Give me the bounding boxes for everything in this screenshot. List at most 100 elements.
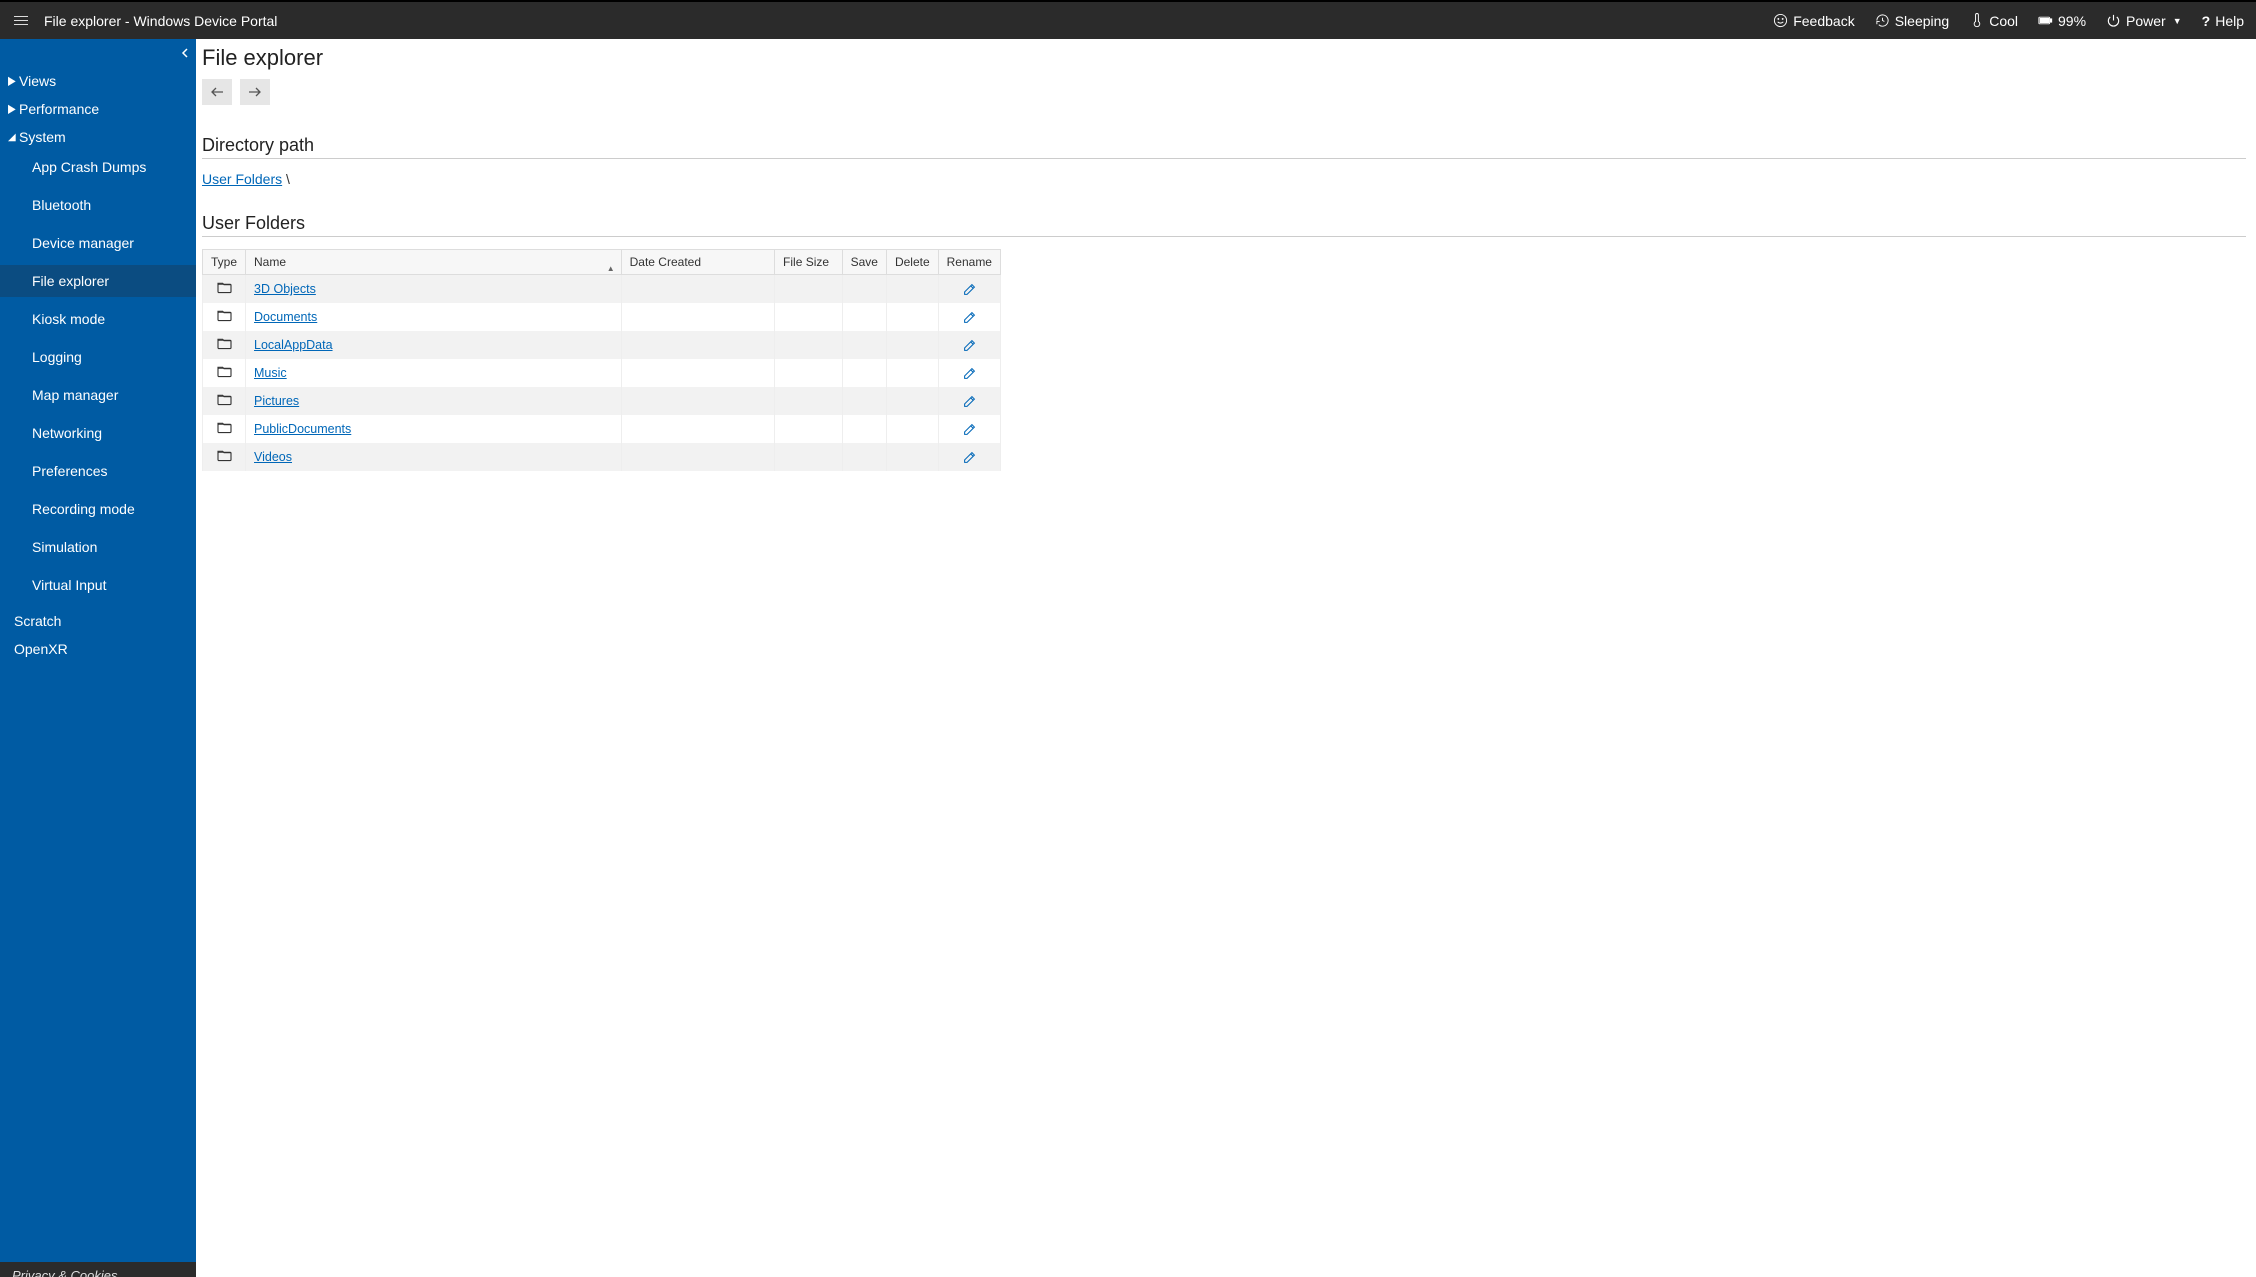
- battery-status[interactable]: 99%: [2038, 13, 2086, 29]
- rename-button[interactable]: [947, 283, 992, 296]
- rename-button[interactable]: [947, 367, 992, 380]
- nav-views[interactable]: ▶Views: [0, 67, 196, 95]
- col-header-date[interactable]: Date Created: [621, 250, 774, 275]
- folder-icon: [217, 311, 232, 325]
- col-header-rename[interactable]: Rename: [938, 250, 1000, 275]
- col-header-type[interactable]: Type: [203, 250, 246, 275]
- cell-date: [621, 275, 774, 304]
- history-icon: [1875, 13, 1890, 28]
- chevron-down-icon: ▼: [2173, 16, 2182, 26]
- nav-back-button[interactable]: [202, 79, 232, 105]
- app-title: File explorer - Windows Device Portal: [44, 13, 277, 29]
- cell-delete: [886, 331, 938, 359]
- col-header-size[interactable]: File Size: [775, 250, 843, 275]
- main-content: File explorer Directory path User Folder…: [196, 39, 2256, 1277]
- breadcrumb-root-link[interactable]: User Folders: [202, 171, 282, 187]
- folder-link[interactable]: 3D Objects: [254, 282, 316, 296]
- nav-views-label: Views: [19, 73, 56, 89]
- cell-size: [775, 275, 843, 304]
- folder-link[interactable]: Pictures: [254, 394, 299, 408]
- table-row: PublicDocuments: [203, 415, 1001, 443]
- cell-delete: [886, 275, 938, 304]
- nav-system-logging[interactable]: Logging: [0, 341, 196, 373]
- nav-system-file-explorer[interactable]: File explorer: [0, 265, 196, 297]
- folder-link[interactable]: Videos: [254, 450, 292, 464]
- arrow-left-icon: [210, 86, 224, 98]
- feedback-label: Feedback: [1793, 13, 1854, 29]
- cell-save: [842, 303, 886, 331]
- nav-system-app-crash-dumps[interactable]: App Crash Dumps: [0, 151, 196, 183]
- cell-size: [775, 359, 843, 387]
- cell-save: [842, 331, 886, 359]
- cell-delete: [886, 387, 938, 415]
- nav-system-recording-mode[interactable]: Recording mode: [0, 493, 196, 525]
- cell-date: [621, 443, 774, 471]
- nav-system-device-manager[interactable]: Device manager: [0, 227, 196, 259]
- table-row: Videos: [203, 443, 1001, 471]
- nav-system-simulation[interactable]: Simulation: [0, 531, 196, 563]
- menu-toggle-button[interactable]: [8, 8, 34, 34]
- power-menu[interactable]: Power ▼: [2106, 13, 2182, 29]
- sidebar-collapse-button[interactable]: [180, 47, 190, 61]
- file-table: Type Name▲ Date Created File Size Save D…: [202, 249, 1001, 471]
- table-row: Pictures: [203, 387, 1001, 415]
- listing-heading: User Folders: [202, 213, 2246, 237]
- folder-icon: [217, 339, 232, 353]
- cell-save: [842, 443, 886, 471]
- cell-date: [621, 387, 774, 415]
- power-label: Power: [2126, 13, 2166, 29]
- thermometer-icon: [1969, 13, 1984, 28]
- nav-system[interactable]: ◢System: [0, 123, 196, 151]
- nav-system-networking[interactable]: Networking: [0, 417, 196, 449]
- cell-size: [775, 415, 843, 443]
- cell-delete: [886, 359, 938, 387]
- nav-performance-label: Performance: [19, 101, 99, 117]
- cell-size: [775, 443, 843, 471]
- nav-scratch-label: Scratch: [14, 613, 61, 629]
- topbar: File explorer - Windows Device Portal Fe…: [0, 2, 2256, 39]
- battery-icon: [2038, 13, 2053, 28]
- cell-save: [842, 275, 886, 304]
- nav-system-virtual-input[interactable]: Virtual Input: [0, 569, 196, 601]
- folder-link[interactable]: LocalAppData: [254, 338, 333, 352]
- col-header-delete[interactable]: Delete: [886, 250, 938, 275]
- table-row: Music: [203, 359, 1001, 387]
- col-header-name[interactable]: Name▲: [246, 250, 622, 275]
- rename-button[interactable]: [947, 423, 992, 436]
- nav-forward-button[interactable]: [240, 79, 270, 105]
- nav-system-bluetooth[interactable]: Bluetooth: [0, 189, 196, 221]
- breadcrumb: User Folders \: [202, 171, 2246, 187]
- folder-link[interactable]: Music: [254, 366, 287, 380]
- nav-openxr[interactable]: OpenXR: [0, 635, 196, 663]
- nav-system-kiosk-mode[interactable]: Kiosk mode: [0, 303, 196, 335]
- folder-link[interactable]: Documents: [254, 310, 317, 324]
- table-row: Documents: [203, 303, 1001, 331]
- cool-label: Cool: [1989, 13, 2018, 29]
- rename-button[interactable]: [947, 311, 992, 324]
- cell-date: [621, 415, 774, 443]
- battery-label: 99%: [2058, 13, 2086, 29]
- rename-button[interactable]: [947, 451, 992, 464]
- help-button[interactable]: ? Help: [2202, 13, 2244, 29]
- power-icon: [2106, 13, 2121, 28]
- cell-save: [842, 359, 886, 387]
- cell-save: [842, 415, 886, 443]
- question-icon: ?: [2202, 13, 2211, 29]
- col-header-save[interactable]: Save: [842, 250, 886, 275]
- help-label: Help: [2215, 13, 2244, 29]
- privacy-cookies-link[interactable]: Privacy & Cookies: [0, 1262, 196, 1277]
- nav-system-map-manager[interactable]: Map manager: [0, 379, 196, 411]
- sleeping-status[interactable]: Sleeping: [1875, 13, 1950, 29]
- temperature-status[interactable]: Cool: [1969, 13, 2018, 29]
- nav-scratch[interactable]: Scratch: [0, 607, 196, 635]
- nav-performance[interactable]: ▶Performance: [0, 95, 196, 123]
- feedback-button[interactable]: Feedback: [1773, 13, 1854, 29]
- sort-asc-icon: ▲: [607, 264, 615, 273]
- rename-button[interactable]: [947, 395, 992, 408]
- cell-size: [775, 387, 843, 415]
- rename-button[interactable]: [947, 339, 992, 352]
- cell-size: [775, 303, 843, 331]
- page-title: File explorer: [202, 45, 2246, 71]
- folder-link[interactable]: PublicDocuments: [254, 422, 351, 436]
- nav-system-preferences[interactable]: Preferences: [0, 455, 196, 487]
